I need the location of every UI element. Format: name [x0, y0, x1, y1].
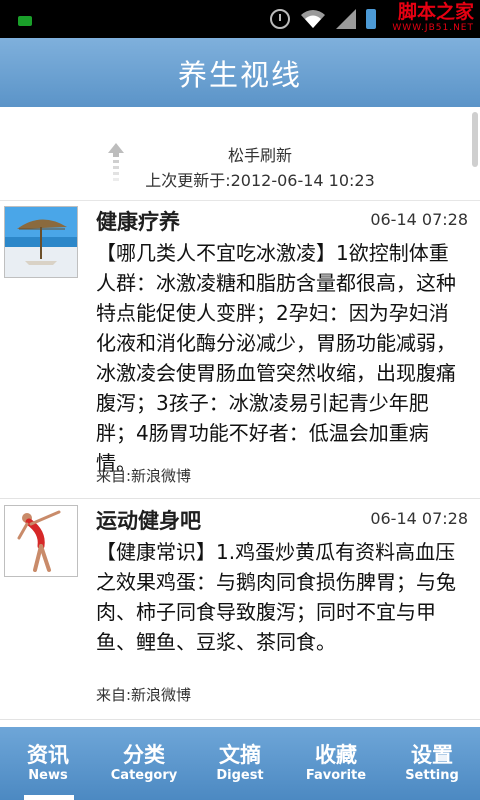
item-author: 健康疗养	[96, 210, 180, 234]
tab-sublabel: Favorite	[305, 768, 367, 783]
item-source: 来自:新浪微博	[96, 686, 192, 704]
tab-sublabel: Digest	[216, 768, 264, 783]
tab-label: 文摘	[219, 743, 261, 767]
item-text: 【健康常识】1.鸡蛋炒黄瓜有资料高血压之效果鸡蛋：与鹅肉同食损伤脾胃；与兔肉、柿…	[96, 540, 456, 654]
feed-item[interactable]: 健康疗养 06-14 07:28 【哪几类人不宜吃冰激凌】1欲控制体重人群：冰激…	[0, 200, 480, 499]
notification-icon	[18, 16, 32, 26]
last-updated-text: 上次更新于:2012-06-14 10:23	[145, 171, 375, 190]
alarm-icon	[270, 9, 290, 29]
watermark-logo: 脚本之家 WWW.JB51.NET	[392, 3, 474, 33]
tab-label: 设置	[411, 743, 453, 767]
active-tab-indicator	[24, 795, 74, 800]
tab-favorite[interactable]: 收藏 Favorite	[288, 727, 384, 800]
pull-to-refresh-header: 松手刷新 上次更新于:2012-06-14 10:23	[0, 107, 480, 201]
item-text: 【哪几类人不宜吃冰激凌】1欲控制体重人群：冰激凌糖和脂肪含量都很高，这种特点能促…	[96, 241, 456, 475]
scrollbar[interactable]	[472, 112, 478, 167]
status-bar: 脚本之家 WWW.JB51.NET	[0, 0, 480, 38]
signal-icon	[336, 9, 356, 29]
bottom-tab-bar: 资讯 News 分类 Category 文摘 Digest 收藏 Favorit…	[0, 727, 480, 800]
tab-digest[interactable]: 文摘 Digest	[192, 727, 288, 800]
item-time: 06-14 07:28	[370, 210, 468, 229]
tab-sublabel: Category	[110, 768, 178, 783]
tab-label: 资讯	[27, 743, 69, 767]
tab-sublabel: Setting	[405, 768, 459, 783]
battery-icon	[366, 9, 376, 29]
watermark-main: 脚本之家	[397, 1, 474, 23]
item-author: 运动健身吧	[96, 509, 201, 533]
tab-label: 收藏	[315, 743, 357, 767]
item-time: 06-14 07:28	[370, 509, 468, 528]
gymnast-image	[4, 505, 78, 577]
page-title: 养生视线	[177, 57, 302, 92]
title-bar: 养生视线	[0, 38, 480, 107]
tab-category[interactable]: 分类 Category	[96, 727, 192, 800]
tab-sublabel: News	[28, 768, 68, 783]
tab-news[interactable]: 资讯 News	[0, 727, 96, 800]
feed-list: 健康疗养 06-14 07:28 【哪几类人不宜吃冰激凌】1欲控制体重人群：冰激…	[0, 200, 480, 720]
watermark-sub: WWW.JB51.NET	[392, 23, 474, 33]
refresh-status-text: 松手刷新	[227, 146, 292, 165]
wifi-icon	[300, 9, 326, 29]
beach-umbrella-image	[4, 206, 78, 278]
tab-label: 分类	[123, 743, 165, 767]
tab-setting[interactable]: 设置 Setting	[384, 727, 480, 800]
item-source: 来自:新浪微博	[96, 467, 192, 485]
feed-item[interactable]: 运动健身吧 06-14 07:28 【健康常识】1.鸡蛋炒黄瓜有资料高血压之效果…	[0, 499, 480, 720]
